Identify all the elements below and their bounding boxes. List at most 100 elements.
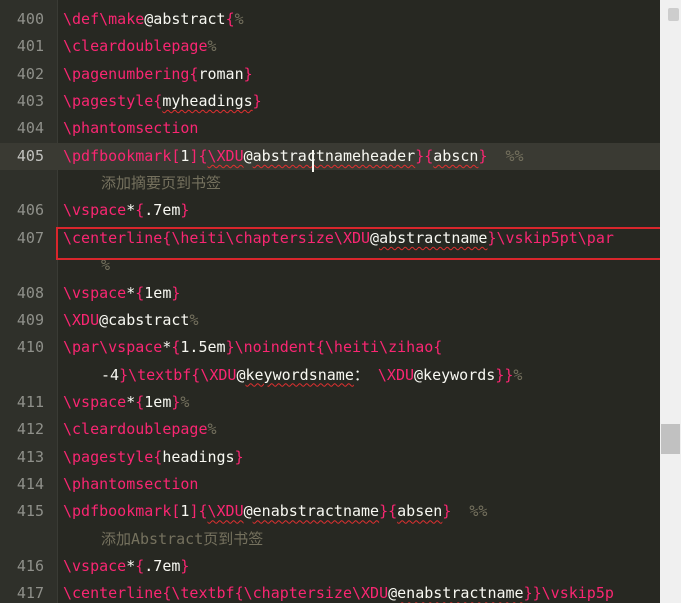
code-token: \vspace <box>63 392 127 411</box>
line-number: 408 <box>16 283 44 302</box>
code-line[interactable]: 416 \vspace*{.7em} <box>0 553 660 580</box>
code-token: 1.5em <box>180 338 226 357</box>
code-token: \pagenumbering{ <box>63 64 199 83</box>
code-token: @abstract <box>144 10 226 28</box>
vertical-scrollbar[interactable] <box>660 0 681 603</box>
code-token: headings <box>162 447 235 466</box>
code-text: 添加Abstract页到书签 <box>101 526 263 553</box>
line-number: 412 <box>16 420 44 439</box>
code-text: 添加摘要页到书签 <box>101 170 221 197</box>
code-text: \XDU@cabstract% <box>63 307 198 334</box>
code-text: \vspace*{.7em} <box>63 553 189 580</box>
code-token: abscn <box>433 146 479 165</box>
code-line[interactable]: 417 \centerline{\textbf{\chaptersize\XDU@… <box>0 580 660 603</box>
scrollbar-thumb[interactable] <box>661 424 680 454</box>
code-line[interactable]: 411 \vspace*{1em}% <box>0 389 660 416</box>
code-text: \pagenumbering{roman} <box>63 61 253 88</box>
line-number: 403 <box>16 92 44 111</box>
code-token: ]{ <box>189 502 208 521</box>
code-text: \cleardoublepage% <box>63 416 217 443</box>
code-token: keywordsname <box>245 365 354 384</box>
code-token: \pdfbookmark[ <box>63 502 181 521</box>
code-token: -4 <box>101 365 120 384</box>
annotation-highlight-box <box>56 227 667 260</box>
code-text: \centerline{\textbf{\chaptersize\XDU@ena… <box>63 580 614 603</box>
code-line[interactable]: 405 \pdfbookmark[1]{\XDU@abstractnamehead… <box>0 142 660 170</box>
code-line-wrap[interactable]: 添加Abstract页到书签 <box>0 526 660 553</box>
code-token: \phantomsection <box>63 474 199 493</box>
code-token: { <box>225 10 235 28</box>
code-token: { <box>135 283 145 302</box>
code-line[interactable]: 401 \cleardoublepage% <box>0 33 660 60</box>
code-text: \cleardoublepage% <box>63 33 217 60</box>
code-token: { <box>135 201 145 220</box>
code-token: \vspace <box>63 557 127 575</box>
code-token: 添加Abstract页到书签 <box>101 529 264 548</box>
code-token: abstractnameheader <box>252 146 416 165</box>
line-number: 417 <box>16 584 44 603</box>
code-token: * <box>126 392 136 411</box>
line-number: 416 <box>16 557 44 575</box>
code-line[interactable]: 406 \vspace*{.7em} <box>0 197 660 224</box>
code-token: % <box>180 392 190 411</box>
code-token: .7em <box>144 201 181 220</box>
line-number: 407 <box>16 228 44 247</box>
code-token: }\textbf{\XDU <box>119 365 237 384</box>
code-token: absen <box>397 502 443 521</box>
code-text: \par\vspace*{1.5em}\noindent{\heiti\ziha… <box>63 334 442 361</box>
code-text: \pagestyle{myheadings} <box>63 88 262 115</box>
code-token: enabstractname <box>252 502 380 521</box>
code-token: % <box>207 420 217 439</box>
code-line[interactable]: 408 \vspace*{1em} <box>0 280 660 307</box>
code-line[interactable]: 414 \phantomsection <box>0 471 660 498</box>
code-text: \pdfbookmark[1]{\XDU@enabstractname}{abs… <box>63 498 487 525</box>
line-number: 401 <box>16 37 44 56</box>
text-cursor <box>312 150 314 172</box>
code-line[interactable]: 403 \pagestyle{myheadings} <box>0 88 660 115</box>
code-token: \XDU <box>207 502 244 521</box>
code-token: \XDU <box>377 365 415 384</box>
code-line[interactable]: 415 \pdfbookmark[1]{\XDU@enabstractname}{… <box>0 498 660 525</box>
line-number: 411 <box>16 392 44 411</box>
code-token: % <box>207 37 217 56</box>
code-line-wrap[interactable]: -4}\textbf{\XDU@keywordsname： \XDU@keywo… <box>0 362 660 389</box>
line-number: 405 <box>16 146 44 165</box>
code-token: @cabstract <box>99 310 190 329</box>
code-token: } <box>442 502 452 521</box>
code-token: ： <box>353 365 378 384</box>
code-text: \def\make@abstract{% <box>63 6 244 33</box>
code-token: %% <box>469 502 488 521</box>
code-token: 添加摘要页到书签 <box>101 174 222 193</box>
code-text: \pdfbookmark[1]{\XDU@abstractnameheader}… <box>63 143 524 170</box>
code-line[interactable]: 402 \pagenumbering{roman} <box>0 61 660 88</box>
code-token: { <box>135 392 145 411</box>
code-line[interactable]: 413 \pagestyle{headings} <box>0 444 660 471</box>
code-token: \XDU <box>207 146 244 165</box>
code-token: \phantomsection <box>63 119 199 138</box>
editor-content[interactable]: 400 \def\make@abstract{% 401 \cleardoublepa… <box>0 0 660 603</box>
code-token: } <box>234 447 244 466</box>
code-token: \cleardoublepage <box>63 37 208 56</box>
code-token: \pdfbookmark[ <box>63 146 181 165</box>
code-token: }{ <box>415 146 434 165</box>
line-number: 413 <box>16 447 44 466</box>
code-token: \centerline{\textbf{\chaptersize\XDU <box>63 584 389 603</box>
code-token: ]{ <box>189 146 208 165</box>
code-line[interactable]: 410 \par\vspace*{1.5em}\noindent{\heiti\z… <box>0 334 660 361</box>
code-line[interactable]: 404 \phantomsection <box>0 115 660 142</box>
code-token: @keywords <box>414 365 496 384</box>
code-token: } <box>252 92 262 111</box>
code-token: } <box>243 64 253 83</box>
code-text: \vspace*{.7em} <box>63 197 189 224</box>
line-number: 400 <box>16 10 44 28</box>
code-token: * <box>126 201 136 220</box>
code-token: % <box>189 310 199 329</box>
code-line[interactable]: 409 \XDU@cabstract% <box>0 307 660 334</box>
code-line[interactable]: 400 \def\make@abstract{% <box>0 6 660 33</box>
code-line-wrap[interactable]: 添加摘要页到书签 <box>0 170 660 197</box>
code-token: % <box>234 10 244 28</box>
code-token: 1em <box>144 283 172 302</box>
code-line[interactable]: 412 \cleardoublepage% <box>0 416 660 443</box>
code-editor[interactable]: 400 \def\make@abstract{% 401 \cleardoublepa… <box>0 0 681 603</box>
